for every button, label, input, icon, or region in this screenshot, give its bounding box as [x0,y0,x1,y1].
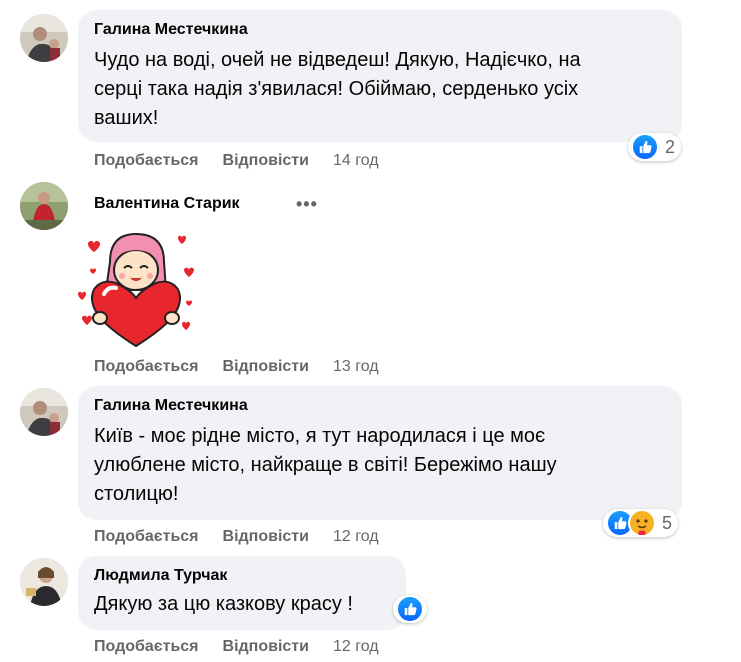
comment-bubble: Галина Местечкина Київ - моє рідне місто… [78,386,682,520]
comment-text: Київ - моє рідне місто, я тут народилася… [94,422,666,509]
comment-line: столицю! [94,483,179,505]
reaction-count: 5 [662,512,673,533]
comment-author[interactable]: Галина Местечкина [94,20,666,40]
care-icon [628,509,656,537]
like-button[interactable]: Подобається [94,638,199,656]
like-button[interactable]: Подобається [94,358,199,376]
comment-time[interactable]: 12 год [333,638,379,656]
comment-actions: Подобається Відповісти 13 год [94,358,379,376]
more-options-icon[interactable]: ••• [296,194,318,215]
comment-actions: Подобається Відповісти 12 год [94,638,379,656]
like-icon [396,595,424,623]
comment-time[interactable]: 13 год [333,358,379,376]
comment-text: Чудо на воді, очей не відведеш! Дякую, Н… [94,46,666,133]
comment-author[interactable]: Галина Местечкина [94,396,666,416]
like-icon [631,133,659,161]
comment-author[interactable]: Валентина Старик [94,194,240,214]
reply-button[interactable]: Відповісти [223,528,309,546]
comment-time[interactable]: 12 год [333,528,379,546]
comment-actions: Подобається Відповісти 14 год [94,152,379,170]
reaction-summary[interactable] [393,595,427,623]
comment-bubble: Галина Местечкина Чудо на воді, очей не … [78,10,682,142]
comment-bubble: Людмила Турчак Дякую за цю казкову красу… [78,556,406,630]
reaction-summary[interactable]: 5 [603,509,679,537]
avatar-photo [20,388,68,436]
comment-text: Дякую за цю казкову красу ! [94,590,390,619]
comment-line: улюблене місто, найкраще в світі! Бережі… [94,454,557,476]
comment-line: Дякую за цю казкову красу ! [94,593,353,615]
avatar-photo [20,14,68,62]
avatar[interactable] [20,182,68,230]
like-button[interactable]: Подобається [94,152,199,170]
comment-line: Чудо на воді, очей не відведеш! Дякую, Н… [94,49,581,71]
girl-with-heart-sticker [74,228,198,352]
avatar[interactable] [20,558,68,606]
reaction-count: 2 [665,136,676,157]
like-button[interactable]: Подобається [94,528,199,546]
comment-time[interactable]: 14 год [333,152,379,170]
reply-button[interactable]: Відповісти [223,152,309,170]
comment-line: ваших! [94,107,159,129]
comment-line: серці така надія з'явилася! Обіймаю, сер… [94,78,579,100]
comment-actions: Подобається Відповісти 12 год [94,528,379,546]
avatar[interactable] [20,388,68,436]
avatar[interactable] [20,14,68,62]
avatar-photo [20,182,68,230]
reply-button[interactable]: Відповісти [223,358,309,376]
comment-author[interactable]: Людмила Турчак [94,566,390,586]
reaction-summary[interactable]: 2 [628,133,682,161]
comment-line: Київ - моє рідне місто, я тут народилася… [94,425,546,447]
avatar-photo [20,558,68,606]
reply-button[interactable]: Відповісти [223,638,309,656]
